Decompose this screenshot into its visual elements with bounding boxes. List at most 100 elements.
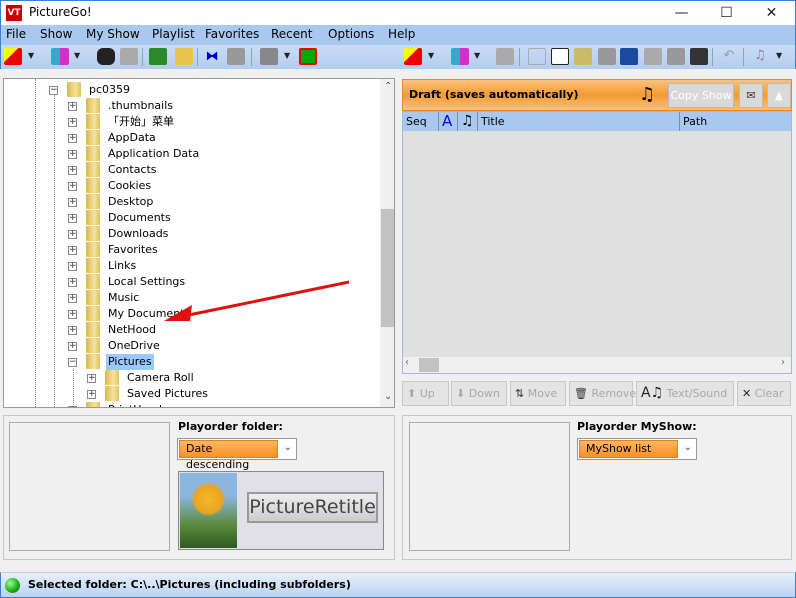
dropdown-arrow-icon[interactable]: ▼: [74, 51, 80, 60]
expand-icon[interactable]: +: [68, 214, 77, 223]
go-icon[interactable]: [404, 48, 422, 65]
folder-icon[interactable]: [175, 48, 193, 65]
column-text-icon[interactable]: A: [439, 112, 458, 131]
move-button[interactable]: ⇅ Move: [510, 381, 566, 406]
dropdown-arrow-icon[interactable]: ▼: [776, 51, 782, 60]
menu-help[interactable]: Help: [388, 27, 415, 41]
list-hscrollbar[interactable]: ‹ ›: [403, 357, 791, 373]
picture-retitle-button[interactable]: PictureRetitle: [247, 492, 378, 523]
hand-icon[interactable]: [120, 48, 138, 65]
collapse-icon[interactable]: −: [49, 86, 58, 95]
binoculars-icon[interactable]: [97, 48, 115, 65]
tree-item[interactable]: + Favorites: [4, 242, 374, 258]
expand-icon[interactable]: +: [68, 102, 77, 111]
email-icon[interactable]: ✉: [739, 83, 763, 108]
thumbnails-icon[interactable]: [51, 48, 69, 65]
expand-icon[interactable]: +: [68, 406, 77, 407]
tree-scrollbar[interactable]: ⌃ ⌄: [380, 79, 394, 407]
maximize-button[interactable]: ☐: [704, 1, 749, 26]
expand-icon[interactable]: +: [68, 134, 77, 143]
tree-item[interactable]: + Application Data: [4, 146, 374, 162]
tree-root[interactable]: − pc0359: [4, 82, 374, 98]
new-icon[interactable]: [551, 48, 569, 65]
go-icon[interactable]: [4, 48, 22, 65]
text-sound-button[interactable]: A♫ Text/Sound: [636, 381, 734, 406]
music-icon[interactable]: ♫: [751, 48, 769, 65]
expand-icon[interactable]: +: [68, 118, 77, 127]
menu-my-show[interactable]: My Show: [86, 27, 140, 41]
tree-item[interactable]: + OneDrive: [4, 338, 374, 354]
tree-item[interactable]: + Contacts: [4, 162, 374, 178]
mirror-icon[interactable]: ⧓: [203, 48, 221, 65]
scroll-down-icon[interactable]: ⌄: [384, 391, 392, 402]
playlist-icon[interactable]: [149, 48, 167, 65]
column-title[interactable]: Title: [478, 112, 680, 131]
copy-icon[interactable]: [690, 48, 708, 65]
tree-item[interactable]: + AppData: [4, 130, 374, 146]
dropdown-arrow-icon[interactable]: ▼: [284, 51, 290, 60]
expand-icon[interactable]: +: [68, 294, 77, 303]
clear-button[interactable]: ✕ Clear: [737, 381, 791, 406]
tree-item[interactable]: + Documents: [4, 210, 374, 226]
save-as-icon[interactable]: [620, 48, 638, 65]
up-button[interactable]: ⬆ Up: [402, 381, 449, 406]
expand-icon[interactable]: +: [68, 326, 77, 335]
hand-icon[interactable]: [496, 48, 514, 65]
page-icon[interactable]: [528, 48, 546, 65]
open-icon[interactable]: [574, 48, 592, 65]
column-seq[interactable]: Seq: [403, 112, 439, 131]
copy-show-button[interactable]: Copy Show: [668, 83, 734, 108]
expand-icon[interactable]: +: [68, 246, 77, 255]
fullscreen-icon[interactable]: [299, 48, 317, 65]
dropdown-arrow-icon[interactable]: ▼: [474, 51, 480, 60]
dropdown-arrow-icon[interactable]: ▼: [28, 51, 34, 60]
minimize-button[interactable]: —: [659, 1, 704, 26]
remove-button[interactable]: 🗑 Remove: [569, 381, 636, 406]
blank-icon[interactable]: [227, 48, 245, 65]
menu-options[interactable]: Options: [328, 27, 374, 41]
expand-icon[interactable]: +: [68, 150, 77, 159]
tree-subitem[interactable]: + Camera Roll: [4, 370, 374, 386]
expand-icon[interactable]: +: [87, 390, 96, 399]
tree-item[interactable]: + 「开始」菜单: [4, 114, 374, 130]
expand-icon[interactable]: +: [87, 374, 96, 383]
playorder-myshow-select[interactable]: MyShow list ⌄: [577, 438, 697, 460]
monitor-icon[interactable]: [260, 48, 278, 65]
collapse-icon[interactable]: −: [68, 358, 77, 367]
down-button[interactable]: ⬇ Down: [451, 381, 507, 406]
tree-item[interactable]: + Downloads: [4, 226, 374, 242]
draft-list[interactable]: Seq A ♫ Title Path ‹ ›: [402, 111, 792, 374]
scrollbar-thumb[interactable]: [419, 358, 439, 372]
undo-icon[interactable]: ↶: [720, 48, 738, 65]
scroll-up-icon[interactable]: ⌃: [384, 81, 392, 92]
tree-subitem[interactable]: + Saved Pictures: [4, 386, 374, 402]
expand-icon[interactable]: +: [68, 262, 77, 271]
menu-playlist[interactable]: Playlist: [152, 27, 195, 41]
tree-item[interactable]: + Cookies: [4, 178, 374, 194]
tree-item[interactable]: − Pictures: [4, 354, 374, 370]
expand-icon[interactable]: +: [68, 278, 77, 287]
tree-item[interactable]: + .thumbnails: [4, 98, 374, 114]
expand-icon[interactable]: +: [68, 166, 77, 175]
menu-file[interactable]: File: [6, 27, 26, 41]
expand-icon[interactable]: +: [68, 310, 77, 319]
expand-icon[interactable]: +: [68, 182, 77, 191]
expand-icon[interactable]: +: [68, 230, 77, 239]
dropdown-arrow-icon[interactable]: ▼: [428, 51, 434, 60]
tree-item[interactable]: + PrintHood: [4, 402, 374, 407]
tree-item[interactable]: + Links: [4, 258, 374, 274]
upload-icon[interactable]: ▲: [767, 83, 791, 108]
menu-recent[interactable]: Recent: [271, 27, 312, 41]
thumbnails-icon[interactable]: [451, 48, 469, 65]
save-icon[interactable]: [598, 48, 616, 65]
tree-item[interactable]: + Desktop: [4, 194, 374, 210]
scrollbar-thumb[interactable]: [381, 209, 394, 327]
expand-icon[interactable]: +: [68, 342, 77, 351]
playorder-folder-select[interactable]: Date descending ⌄: [177, 438, 297, 471]
folder-tree[interactable]: − pc0359 + .thumbnails + 「开始」菜单 + AppData + Appli…: [3, 78, 395, 408]
book-icon[interactable]: [667, 48, 685, 65]
close-button[interactable]: ✕: [749, 1, 794, 26]
menu-favorites[interactable]: Favorites: [205, 27, 259, 41]
music-note-icon[interactable]: ♫: [639, 84, 655, 105]
folder-open-icon[interactable]: [644, 48, 662, 65]
